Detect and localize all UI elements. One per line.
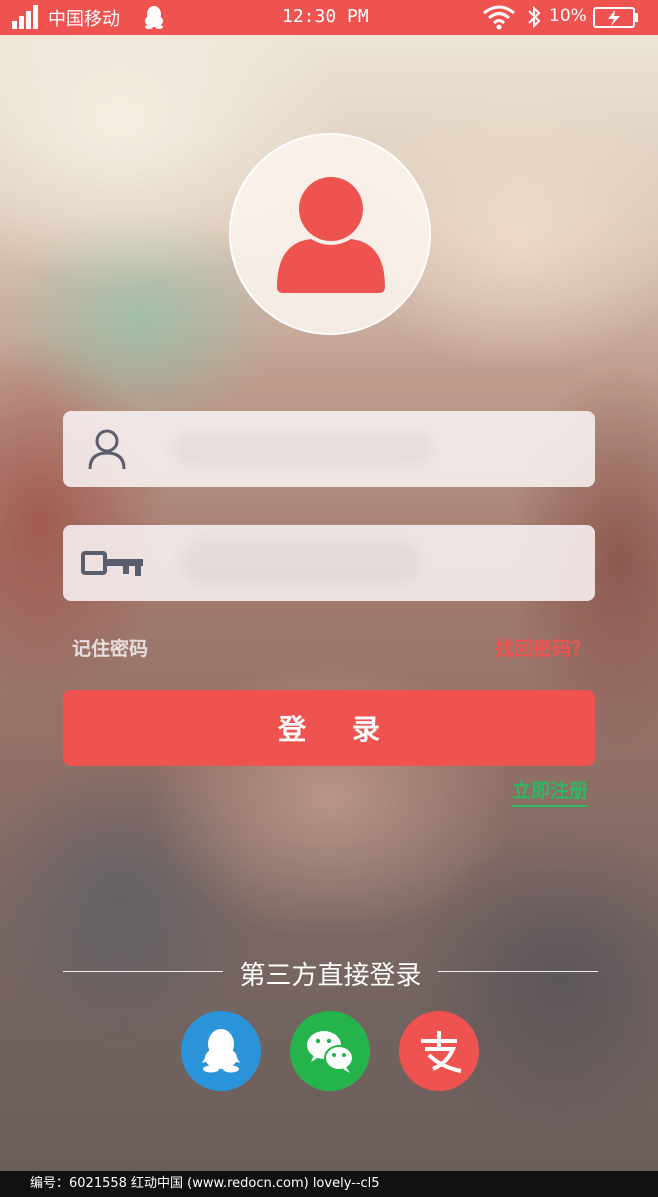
alipay-icon: [421, 1031, 462, 1073]
wechat-icon: [307, 1031, 354, 1073]
remember-password-toggle[interactable]: 记住密码: [72, 634, 148, 661]
user-icon: [88, 429, 126, 470]
status-bar: 中国移动 12:30 PM 10%: [0, 0, 658, 35]
bluetooth-icon: [528, 5, 541, 29]
battery-percent: 10%: [549, 6, 587, 26]
username-input[interactable]: [173, 425, 573, 473]
carrier-name: 中国移动: [48, 9, 120, 30]
key-icon: [81, 551, 143, 576]
login-button[interactable]: 登 录: [63, 690, 595, 766]
watermark-footer: 编号：6021558 红动中国 (www.redocn.com) lovely-…: [0, 1171, 658, 1197]
user-avatar[interactable]: [229, 133, 431, 335]
third-party-title: 第三方直接登录: [239, 961, 422, 991]
qq-notification-icon: [145, 6, 163, 29]
battery-icon: [593, 7, 638, 28]
signal-icon: [12, 5, 40, 29]
alipay-login-button[interactable]: [399, 1011, 479, 1091]
avatar-person-icon: [277, 177, 385, 293]
password-field[interactable]: [63, 525, 595, 601]
third-party-divider: 第三方直接登录: [63, 955, 598, 991]
forgot-password-link[interactable]: 找回密码？: [495, 634, 590, 661]
wechat-login-button[interactable]: [290, 1011, 370, 1091]
wifi-icon: [483, 5, 515, 30]
divider-line-right: [438, 971, 598, 972]
password-input[interactable]: [173, 539, 573, 587]
username-field[interactable]: [63, 411, 595, 487]
qq-login-button[interactable]: [181, 1011, 261, 1091]
register-link[interactable]: 立即注册: [511, 776, 588, 807]
qq-icon: [202, 1029, 240, 1073]
clock: 12:30 PM: [282, 6, 369, 27]
